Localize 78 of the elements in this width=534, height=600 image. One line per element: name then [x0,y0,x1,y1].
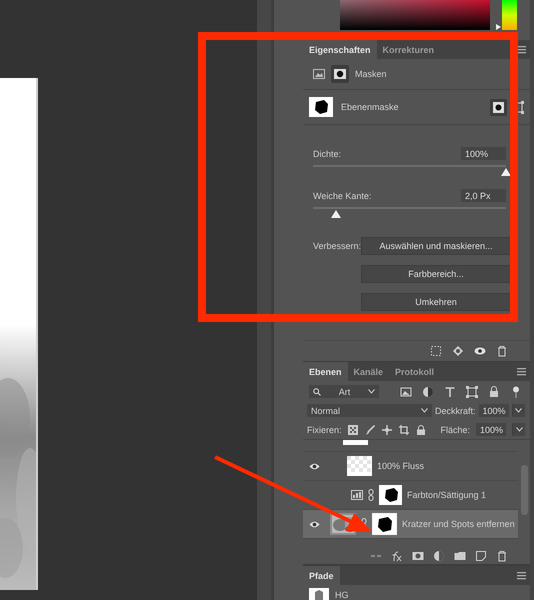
mask-icon[interactable] [331,65,349,83]
fill-label: Fläche: [440,424,470,434]
mask-thumbnail [379,485,402,505]
dropdown-button[interactable] [512,404,525,417]
filter-value: Art [338,386,350,396]
panel-tab[interactable]: Kanäle [348,362,390,381]
action-button[interactable]: Farbbereich... [361,265,511,283]
transform-icon[interactable] [466,386,478,398]
refine-label: Verbessern: [313,241,362,251]
mask-icon[interactable] [490,98,507,116]
selection-icon[interactable] [430,345,442,357]
mask-thumbnail [372,513,397,535]
new-layer-icon[interactable] [475,550,487,562]
slider-thumb[interactable] [496,24,501,30]
toggle-icon[interactable] [510,386,522,398]
panel-tab[interactable]: Ebenen [303,362,348,381]
color-field[interactable] [340,0,490,30]
slider-thumb[interactable] [501,168,511,176]
mask-thumbnail [309,97,333,117]
value-field[interactable]: 2,0 Px [461,189,506,202]
half-circle-icon[interactable] [422,386,434,398]
dropdown-button[interactable] [512,423,525,436]
path-name[interactable]: HG [335,590,348,600]
slider-label: Dichte: [313,148,342,158]
mask-name: Ebenenmaske [341,102,399,112]
panel-tab[interactable]: Eigenschaften [303,40,377,59]
eye-icon[interactable] [308,520,320,528]
action-button[interactable]: Auswählen und maskieren... [361,237,512,255]
panel-tab[interactable]: Pfade [303,566,340,585]
brush-icon[interactable] [364,424,375,434]
hue-slider[interactable] [496,0,517,30]
half-circle-icon[interactable] [433,550,445,562]
apply-mask-icon[interactable] [452,345,464,357]
menu-icon[interactable] [516,44,527,55]
caret-icon [516,427,522,432]
lock-icon[interactable] [416,424,426,434]
fill-field[interactable]: 100% [476,423,506,436]
trash-icon[interactable] [496,550,508,562]
layer-thumbnail [343,440,368,445]
layer-thumbnail [347,456,372,476]
blend-mode-value: Normal [311,406,340,416]
slider-label: Weiche Kante: [313,190,372,200]
layer-row[interactable]: Kratzer und Spots entfernen [303,510,518,539]
move-icon[interactable] [382,424,392,434]
action-button[interactable]: Umkehren [361,293,511,311]
caret-icon [368,389,375,394]
trash-icon[interactable] [496,345,508,357]
opacity-field[interactable]: 100% [478,404,509,417]
filter-dropdown[interactable]: Art [309,385,379,398]
layer-row[interactable]: 100% Fluss [303,452,518,481]
layer-name: 100% Fluss [377,461,424,471]
link-icon[interactable] [368,489,374,501]
lock-label: Fixieren: [307,424,342,434]
layer-name: Farbton/Sättigung 1 [407,490,486,500]
path-thumbnail [309,588,329,600]
menu-icon[interactable] [516,570,527,581]
panel-tab[interactable]: Korrekturen [376,40,440,59]
folder-icon[interactable] [454,550,466,562]
image-icon[interactable] [313,69,325,79]
blend-mode-dropdown[interactable]: Normal [307,404,432,417]
adjustment-icon [351,490,363,500]
eye-icon[interactable] [308,462,320,470]
eye-icon[interactable] [474,345,486,357]
opacity-label: Deckkraft: [435,406,476,416]
panel-tab[interactable]: Protokoll [389,362,440,381]
caret-icon [421,408,428,413]
layer-name: Kratzer und Spots entfernen [402,519,515,529]
menu-icon[interactable] [516,366,527,377]
caret-icon [515,408,522,413]
search-icon [313,388,321,396]
crop-icon[interactable] [398,424,409,434]
section-title: Masken [355,69,387,79]
image-icon[interactable] [400,386,412,398]
text-icon[interactable] [444,386,456,398]
checker-icon[interactable] [348,424,358,434]
value-field[interactable]: 100% [461,147,506,160]
lock-icon[interactable] [488,386,500,398]
fx-icon[interactable] [391,550,403,562]
